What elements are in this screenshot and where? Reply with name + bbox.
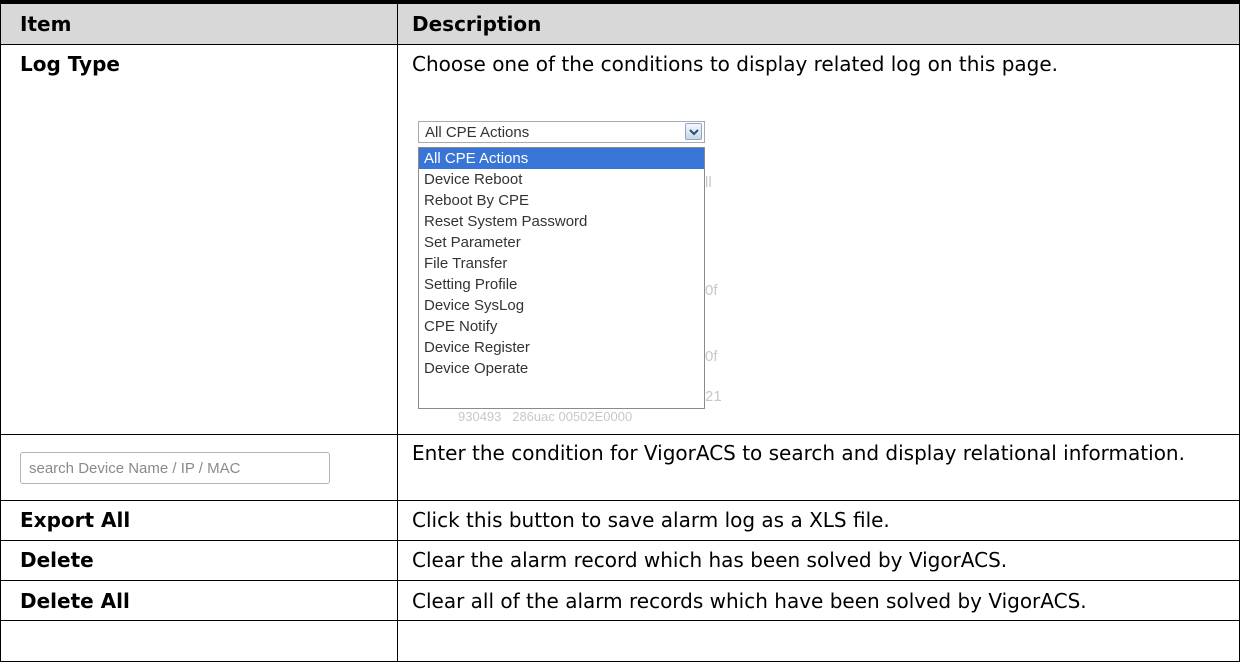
- table-divider: [0, 620, 1240, 621]
- dropdown-option[interactable]: CPE Notify: [419, 316, 704, 337]
- dropdown-option[interactable]: Device Register: [419, 337, 704, 358]
- row-description-delete: Clear the alarm record which has been so…: [412, 548, 1008, 572]
- table-divider: [0, 44, 1240, 45]
- background-ghost-text: 930493 286uac 00502E0000: [458, 409, 633, 424]
- table-divider: [0, 434, 1240, 435]
- table-top-border: [0, 0, 1240, 4]
- dropdown-option[interactable]: Device SysLog: [419, 295, 704, 316]
- search-description-text: Enter the condition for VigorACS to sear…: [412, 441, 1185, 465]
- background-ghost-text: ll: [705, 174, 712, 191]
- dropdown-option[interactable]: Device Operate: [419, 358, 704, 379]
- search-input[interactable]: [29, 457, 319, 479]
- row-item-export-all: Export All: [20, 508, 131, 532]
- row-item-delete: Delete: [20, 548, 94, 572]
- row-item-log-type: Log Type: [20, 52, 120, 76]
- dropdown-option[interactable]: Device Reboot: [419, 169, 704, 190]
- dropdown-option[interactable]: All CPE Actions: [419, 148, 704, 169]
- dropdown-option[interactable]: Set Parameter: [419, 232, 704, 253]
- dropdown-option[interactable]: Reboot By CPE: [419, 190, 704, 211]
- dropdown-option[interactable]: File Transfer: [419, 253, 704, 274]
- table-divider: [0, 500, 1240, 501]
- table-column-divider: [397, 0, 398, 662]
- table-left-border: [0, 0, 1, 662]
- log-type-select-screenshot: All CPE Actions ll 0f 0f 21 930493 286ua…: [418, 118, 722, 426]
- header-item: Item: [20, 12, 72, 36]
- background-ghost-text: 0f: [705, 282, 718, 299]
- table-header-row: [0, 4, 1240, 44]
- row-description-delete-all: Clear all of the alarm records which hav…: [412, 589, 1087, 613]
- background-ghost-text: 0f: [705, 348, 718, 365]
- table-divider: [0, 580, 1240, 581]
- dropdown-option[interactable]: Setting Profile: [419, 274, 704, 295]
- table-bottom-border: [0, 661, 1240, 662]
- row-description-search: Enter the condition for VigorACS to sear…: [412, 439, 1212, 467]
- log-type-select[interactable]: All CPE Actions: [418, 121, 705, 143]
- row-description-export-all: Click this button to save alarm log as a…: [412, 508, 890, 532]
- background-ghost-text: 21: [705, 388, 722, 405]
- chevron-down-icon[interactable]: [685, 123, 702, 140]
- header-description: Description: [412, 12, 542, 36]
- search-field[interactable]: [20, 452, 330, 484]
- log-type-dropdown-list: All CPE Actions Device Reboot Reboot By …: [418, 147, 705, 409]
- row-item-delete-all: Delete All: [20, 589, 130, 613]
- row-description-log-type: Choose one of the conditions to display …: [412, 52, 1059, 76]
- table-divider: [0, 540, 1240, 541]
- select-value: All CPE Actions: [425, 124, 530, 141]
- dropdown-option[interactable]: Reset System Password: [419, 211, 704, 232]
